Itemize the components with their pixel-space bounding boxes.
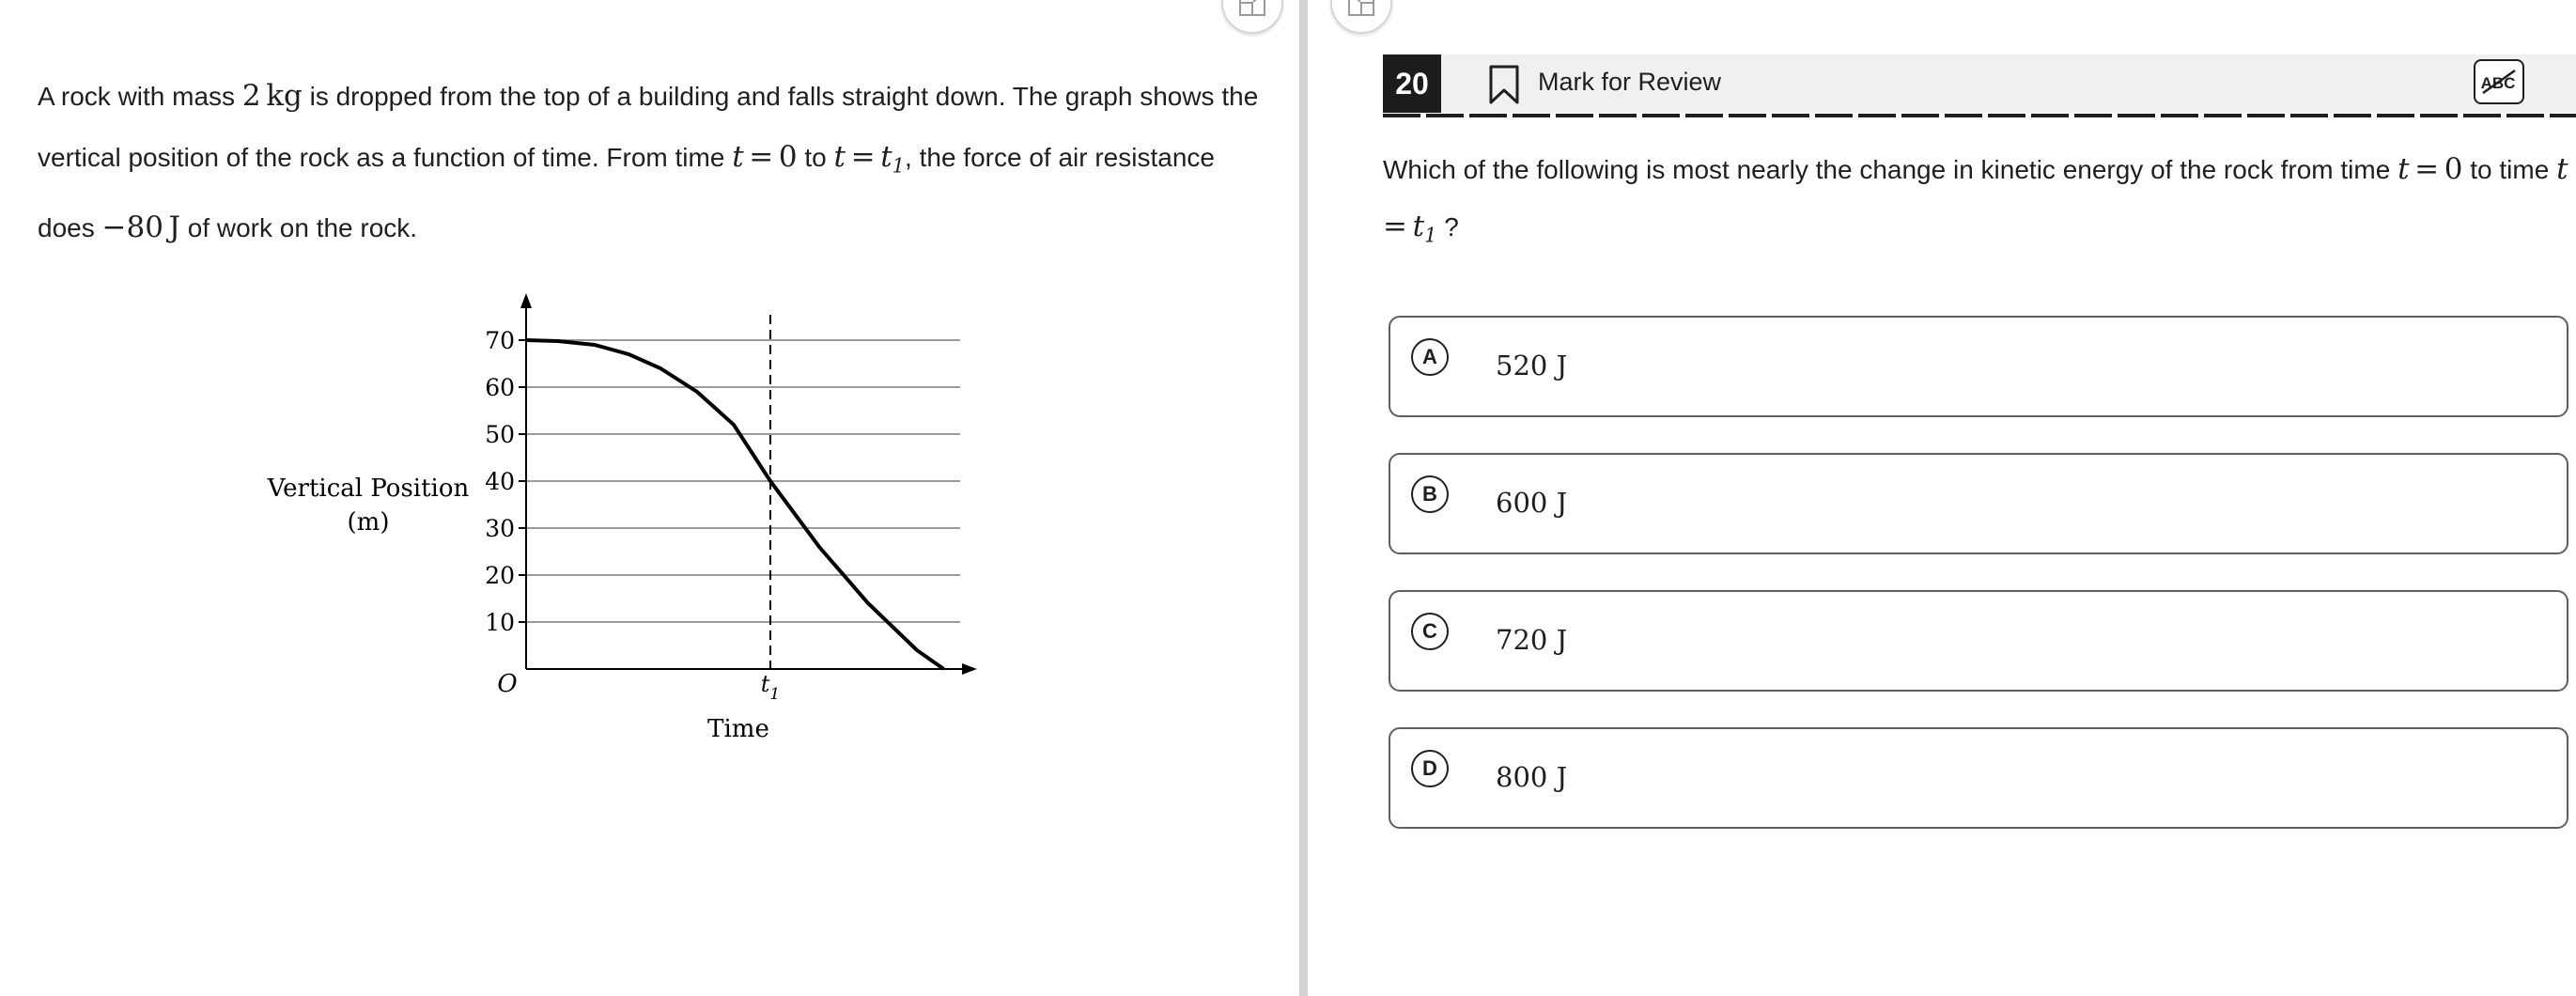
t1-tick-label: t1 xyxy=(761,671,780,704)
mass-value: 2 xyxy=(241,79,261,113)
passage-fragment: A rock with mass xyxy=(38,82,242,111)
bookmark-icon[interactable] xyxy=(1488,64,1520,105)
work-unit: J xyxy=(168,210,180,244)
origin-label: O xyxy=(497,670,517,698)
math-equals: = xyxy=(1383,210,1407,243)
passage-fragment: of work on the rock. xyxy=(179,212,418,242)
choice-text-b: 600 J xyxy=(1496,487,1568,519)
passage-fragment: to xyxy=(797,143,834,172)
math-var-t: t xyxy=(732,140,744,174)
answer-choice-a[interactable]: A 520 J xyxy=(1389,316,2568,417)
math-var-t: t xyxy=(2398,152,2410,186)
work-value: −80 xyxy=(101,210,163,244)
choice-text-a: 520 J xyxy=(1496,350,1568,381)
t1-label-sub: 1 xyxy=(769,685,780,704)
math-equals: = xyxy=(2414,152,2440,186)
y-tick-label: 70 xyxy=(485,327,515,354)
math-equals: = xyxy=(749,140,774,174)
question-fragment: to time xyxy=(2462,155,2557,184)
y-tick-label: 30 xyxy=(485,515,515,542)
gridlines xyxy=(519,339,960,623)
choice-letter-c: C xyxy=(1411,613,1449,650)
x-axis-arrow xyxy=(962,663,977,675)
y-axis-label-line2: (m) xyxy=(348,508,390,537)
abc-strikethrough-icon: ABC xyxy=(2481,69,2516,95)
y-tick-label: 60 xyxy=(485,374,515,401)
choice-text-c: 720 J xyxy=(1496,624,1568,656)
question-fragment: ? xyxy=(1436,212,1459,241)
expand-icon xyxy=(1239,0,1265,16)
math-var-t: t xyxy=(2556,152,2568,186)
answer-choice-c[interactable]: C 720 J xyxy=(1389,590,2568,692)
question-pane: 20 Mark for Review ABC Which of the foll… xyxy=(1308,0,2576,996)
x-axis-label: Time xyxy=(707,715,769,743)
position-curve xyxy=(525,338,945,671)
strikethrough-toggle-button[interactable]: ABC xyxy=(2474,59,2524,104)
y-axis-label-line1: Vertical Position xyxy=(267,475,470,503)
expand-pane-button[interactable] xyxy=(1221,0,1283,34)
choice-letter-d: D xyxy=(1411,750,1449,787)
collapse-pane-button[interactable] xyxy=(1330,0,1392,34)
math-t1-sub: 1 xyxy=(892,154,906,178)
position-time-graph: 10 20 30 40 50 60 70 O t1 Time Vertical Positi… xyxy=(267,293,977,743)
math-equals: = xyxy=(850,140,876,174)
question-text: Which of the following is most nearly th… xyxy=(1383,141,2576,264)
y-tick-label: 10 xyxy=(485,609,515,636)
math-zero: 0 xyxy=(2444,152,2463,186)
y-tick-label: 50 xyxy=(485,421,515,448)
header-dashed-rule xyxy=(1383,114,2576,117)
y-tick-label: 20 xyxy=(485,562,515,589)
pane-divider[interactable] xyxy=(1299,0,1308,996)
y-axis-arrow xyxy=(520,293,532,308)
collapse-icon xyxy=(1348,0,1374,16)
t1-label-base: t xyxy=(761,671,770,697)
y-tick-labels: 10 20 30 40 50 60 70 xyxy=(485,327,515,636)
choice-text-d: 800 J xyxy=(1496,761,1568,793)
math-var-t: t xyxy=(833,140,846,174)
math-t1-base: t xyxy=(1412,210,1425,243)
passage-text: A rock with mass 2 kg is dropped from th… xyxy=(38,66,1259,258)
choice-letter-b: B xyxy=(1411,475,1449,513)
math-t1-base: t xyxy=(880,140,892,174)
choice-letter-a: A xyxy=(1411,338,1449,376)
mass-unit: kg xyxy=(266,79,303,113)
y-tick-label: 40 xyxy=(485,468,515,495)
answer-choice-b[interactable]: B 600 J xyxy=(1389,453,2568,554)
answer-choice-d[interactable]: D 800 J xyxy=(1389,727,2568,829)
mark-for-review-label[interactable]: Mark for Review xyxy=(1538,68,1721,97)
passage-pane: A rock with mass 2 kg is dropped from th… xyxy=(0,0,1299,996)
math-t1-sub: 1 xyxy=(1424,224,1437,247)
question-number: 20 xyxy=(1383,54,1441,113)
math-zero: 0 xyxy=(778,140,798,174)
question-fragment: Which of the following is most nearly th… xyxy=(1383,155,2398,184)
